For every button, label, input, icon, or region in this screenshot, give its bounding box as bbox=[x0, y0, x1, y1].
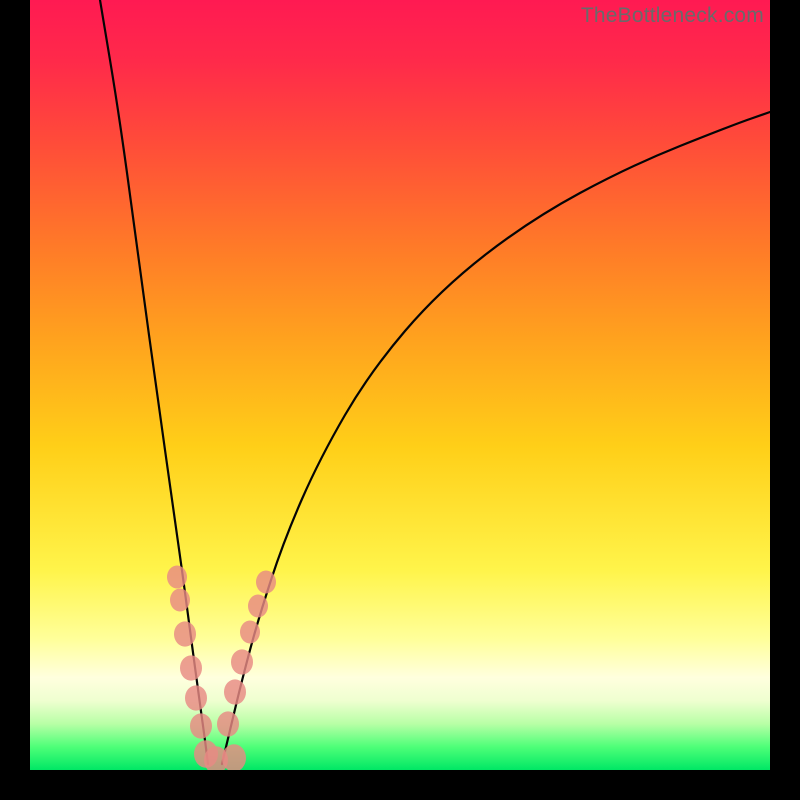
bead-point bbox=[224, 679, 246, 704]
bead-point bbox=[240, 621, 260, 644]
scatter-beads bbox=[167, 566, 276, 771]
bead-point bbox=[185, 685, 207, 710]
left-curve bbox=[100, 0, 208, 764]
bead-point bbox=[167, 566, 187, 589]
chart-svg bbox=[30, 0, 770, 770]
bead-point bbox=[217, 711, 239, 736]
chart-frame bbox=[30, 0, 770, 770]
bead-point bbox=[190, 713, 212, 738]
bead-point bbox=[180, 655, 202, 680]
right-curve bbox=[222, 112, 770, 764]
bead-point bbox=[174, 621, 196, 646]
bead-point bbox=[248, 595, 268, 618]
bead-point bbox=[231, 649, 253, 674]
watermark-text: TheBottleneck.com bbox=[581, 4, 764, 28]
bead-point bbox=[170, 589, 190, 612]
bead-point bbox=[256, 571, 276, 594]
